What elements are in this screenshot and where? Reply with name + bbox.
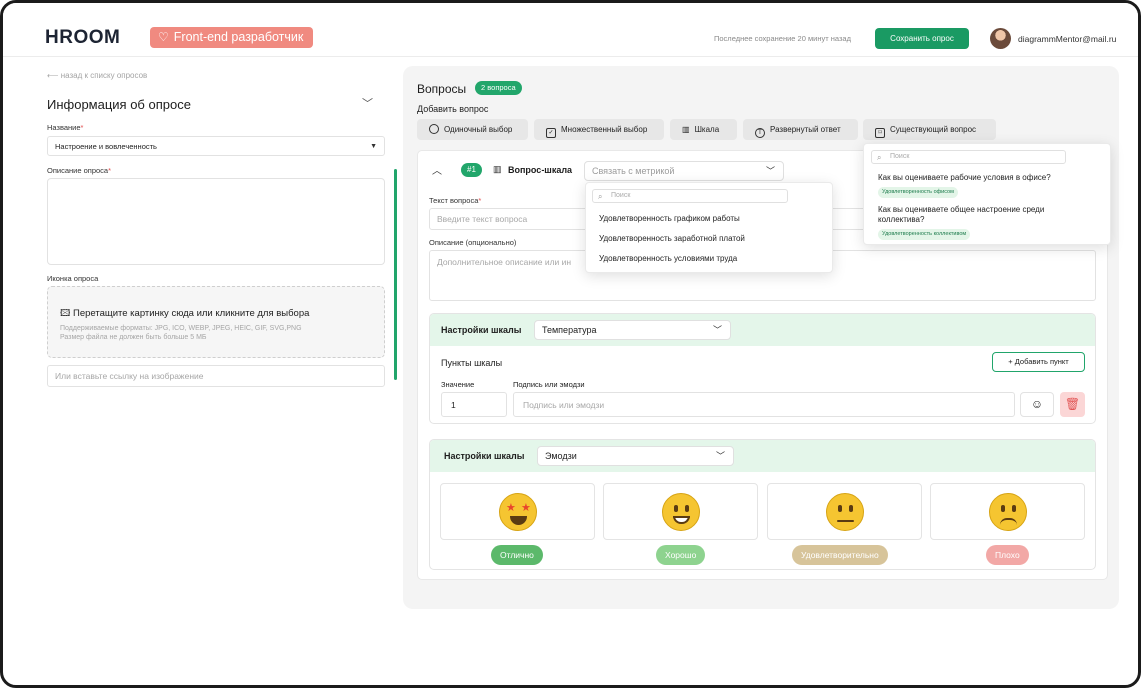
icon-label: Иконка опроса: [47, 274, 99, 283]
emoji-label-satisfactory: Удовлетворительно: [792, 545, 888, 565]
survey-name-select[interactable]: Настроение и вовлеченность ▼: [47, 136, 385, 156]
app-window: HRООМ ♡ Front-end разработчик Последнее с…: [0, 0, 1141, 688]
scale-settings-header: Настройки шкалы Температура ﹀: [430, 314, 1095, 346]
dropzone-title: 🖾 Перетащите картинку сюда или кликните …: [60, 308, 310, 319]
scale-settings-label: Настройки шкалы: [441, 325, 522, 335]
questions-title: Вопросы: [417, 82, 467, 96]
star-struck-face-icon: ★ ★: [499, 493, 537, 531]
emoji-label-bad: Плохо: [986, 545, 1029, 565]
add-multiple-choice-button[interactable]: ✓ Множественный выбор: [534, 119, 664, 140]
emoji-option-good[interactable]: [603, 483, 758, 540]
heart-icon: ♡: [158, 30, 169, 44]
neutral-face-icon: [826, 493, 864, 531]
save-survey-button[interactable]: Сохранить опрос: [875, 28, 969, 49]
scale-points-label: Пункты шкалы: [441, 358, 503, 368]
scroll-indicator[interactable]: [394, 169, 397, 380]
chevron-down-icon[interactable]: ﹀: [362, 95, 373, 111]
metric-option[interactable]: Удовлетворенность графиком работы: [599, 214, 740, 223]
value-label: Значение: [441, 380, 475, 389]
scale-settings-emoji: Настройки шкалы Эмодзи ﹀ ★ ★ Отлично Хор…: [429, 439, 1096, 570]
add-single-choice-button[interactable]: Одиночный выбор: [417, 119, 528, 140]
image-icon: 🖾: [60, 308, 71, 319]
back-link-label: назад к списку опросов: [60, 71, 148, 80]
project-badge[interactable]: ♡ Front-end разработчик: [150, 27, 314, 48]
image-link-input[interactable]: Или вставьте ссылку на изображение: [47, 365, 385, 387]
search-icon: ⌕: [598, 192, 603, 201]
text-answer-icon: T: [755, 128, 765, 138]
add-existing-question-button[interactable]: ⌑ Существующий вопрос: [863, 119, 996, 140]
existing-question-dropdown: ⌕ Поиск Как вы оцениваете рабочие условия…: [863, 143, 1111, 245]
existing-question-search-input[interactable]: ⌕ Поиск: [871, 150, 1066, 164]
logo: HRООМ: [45, 27, 121, 48]
radio-icon: [429, 124, 439, 134]
metric-search-input[interactable]: ⌕ Поиск: [592, 189, 788, 203]
existing-question-item[interactable]: Как вы оцениваете общее настроение среди…: [878, 205, 1068, 225]
avatar[interactable]: [990, 28, 1011, 49]
scale-settings-label: Настройки шкалы: [444, 451, 525, 461]
scale-type-select[interactable]: Эмодзи ﹀: [537, 446, 734, 466]
metric-option[interactable]: Удовлетворенность условиями труда: [599, 254, 737, 263]
scale-settings-header: Настройки шкалы Эмодзи ﹀: [430, 440, 1095, 472]
section-title: Информация об опросе: [47, 97, 191, 112]
chevron-down-icon: ﹀: [765, 166, 775, 176]
arrow-left-icon: ⟵: [47, 71, 59, 80]
add-question-label: Добавить вопрос: [417, 104, 489, 114]
metric-select-placeholder: Связать с метрикой: [592, 166, 675, 176]
metric-tag: Удовлетворенность коллективом: [878, 229, 971, 240]
top-bar: HRООМ ♡ Front-end разработчик Последнее с…: [3, 3, 1138, 57]
caption-label: Подпись или эмодзи: [513, 380, 585, 389]
point-value-input[interactable]: 1: [441, 392, 507, 417]
emoji-option-bad[interactable]: [930, 483, 1085, 540]
emoji-picker-button[interactable]: ☺: [1020, 392, 1054, 417]
trash-icon: 🗑: [1064, 397, 1081, 411]
back-link[interactable]: ⟵ назад к списку опросов: [47, 71, 147, 80]
question-text-label: Текст вопроса*: [429, 196, 482, 205]
chevron-down-icon: ﹀: [715, 451, 725, 461]
scale-icon: ▥: [493, 164, 502, 174]
metric-option[interactable]: Удовлетворенность заработной платой: [599, 234, 745, 243]
emoji-label-good: Хорошо: [656, 545, 706, 565]
chevron-up-icon[interactable]: ︿: [432, 162, 442, 177]
description-label: Описание опроса*: [47, 166, 112, 175]
last-save-status: Последнее сохранение 20 минут назад: [714, 34, 851, 43]
questions-count-badge: 2 вопроса: [475, 81, 522, 95]
add-long-answer-button[interactable]: T Развернутый ответ: [743, 119, 858, 140]
metric-tag: Удовлетворенность офисом: [878, 187, 958, 198]
emoji-label-excellent: Отлично: [491, 545, 543, 565]
dropzone-hint: Поддерживаемые форматы: JPG, ICO, WEBP, …: [60, 325, 302, 341]
question-type-label: Вопрос-шкала: [508, 165, 573, 175]
caret-down-icon: ▼: [370, 143, 377, 150]
emoji-option-satisfactory[interactable]: [767, 483, 922, 540]
user-email[interactable]: diagrammMentor@mail.ru: [1018, 34, 1116, 44]
scale-type-select[interactable]: Температура ﹀: [534, 320, 731, 340]
image-dropzone[interactable]: 🖾 Перетащите картинку сюда или кликните …: [47, 286, 385, 358]
add-scale-button[interactable]: ▥ Шкала: [670, 119, 737, 140]
metric-select[interactable]: Связать с метрикой ﹀: [584, 161, 784, 181]
question-number-badge: #1: [461, 163, 482, 177]
checkbox-icon: ✓: [546, 128, 556, 138]
add-point-button[interactable]: + Добавить пункт: [992, 352, 1085, 372]
survey-name-value: Настроение и вовлеченность: [55, 142, 157, 151]
point-caption-input[interactable]: Подпись или эмодзи: [513, 392, 1015, 417]
existing-question-item[interactable]: Как вы оцениваете рабочие условия в офис…: [878, 173, 1068, 183]
description-textarea[interactable]: [47, 178, 385, 265]
frowning-face-icon: [989, 493, 1027, 531]
scale-type-value: Температура: [542, 325, 597, 335]
question-description-label: Описание (опционально): [429, 238, 517, 247]
delete-point-button[interactable]: 🗑: [1060, 392, 1085, 417]
scale-icon: ▥: [682, 125, 690, 134]
search-icon: ⌕: [877, 153, 882, 162]
chevron-down-icon: ﹀: [712, 325, 722, 335]
grinning-face-icon: [662, 493, 700, 531]
scale-settings-temperature: Настройки шкалы Температура ﹀ Пункты шка…: [429, 313, 1096, 424]
name-label: Название*: [47, 123, 84, 132]
emoji-option-excellent[interactable]: ★ ★: [440, 483, 595, 540]
smile-icon: ☺: [1030, 397, 1044, 411]
project-badge-label: Front-end разработчик: [173, 30, 304, 44]
scale-type-value: Эмодзи: [545, 451, 577, 461]
metric-dropdown: ⌕ Поиск Удовлетворенность графиком работы…: [585, 182, 833, 273]
bookmark-icon: ⌑: [875, 128, 885, 138]
